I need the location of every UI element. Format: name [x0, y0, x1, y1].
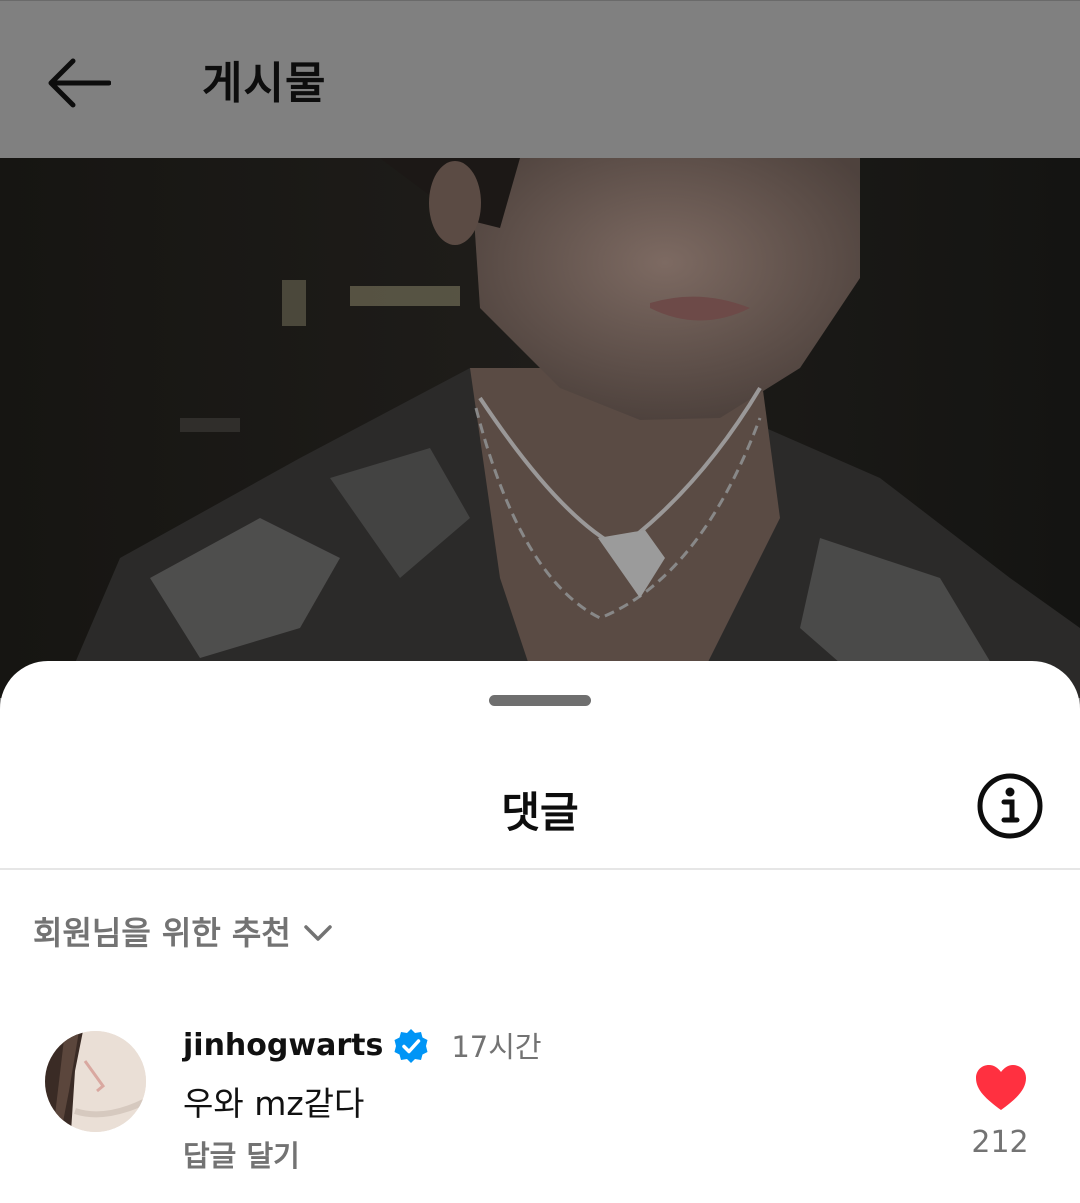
avatar-image [45, 1031, 146, 1132]
verified-badge-icon [394, 1029, 428, 1063]
top-app-bar: 게시물 [0, 0, 1080, 158]
post-image-illustration [0, 158, 1080, 698]
comment-text: 우와 mz같다 [183, 1084, 365, 1123]
comment-item: jinhogwarts 17시간 우와 mz같다 답글 달기 212 [0, 1021, 1080, 1191]
back-button[interactable] [40, 53, 116, 113]
like-button[interactable] [974, 1063, 1028, 1113]
info-button[interactable] [975, 771, 1049, 845]
sheet-drag-handle[interactable] [489, 695, 591, 706]
avatar[interactable] [45, 1031, 146, 1132]
heart-filled-icon [976, 1065, 1026, 1110]
sort-label: 회원님을 위한 추천 [33, 914, 291, 952]
comment-username[interactable]: jinhogwarts [183, 1028, 383, 1063]
post-image[interactable] [0, 158, 1080, 698]
screen: 게시물 댓글 회원님을 위한 추천 jinhogwarts 17시간 우와 mz… [0, 0, 1080, 1203]
reply-button[interactable]: 답글 달기 [183, 1133, 300, 1175]
like-count: 212 [971, 1125, 1029, 1160]
chevron-down-icon [304, 925, 332, 941]
info-circle-icon [977, 773, 1043, 839]
comment-header: jinhogwarts 17시간 [183, 1025, 542, 1065]
arrow-left-icon [48, 58, 111, 108]
sort-dropdown[interactable]: 회원님을 위한 추천 [33, 909, 333, 953]
comment-time: 17시간 [451, 1030, 542, 1064]
comments-title: 댓글 [501, 788, 579, 837]
comments-sheet: 댓글 회원님을 위한 추천 jinhogwarts 17시간 우와 mz같다 답… [0, 661, 1080, 1203]
page-title: 게시물 [202, 58, 327, 109]
divider [0, 868, 1080, 870]
